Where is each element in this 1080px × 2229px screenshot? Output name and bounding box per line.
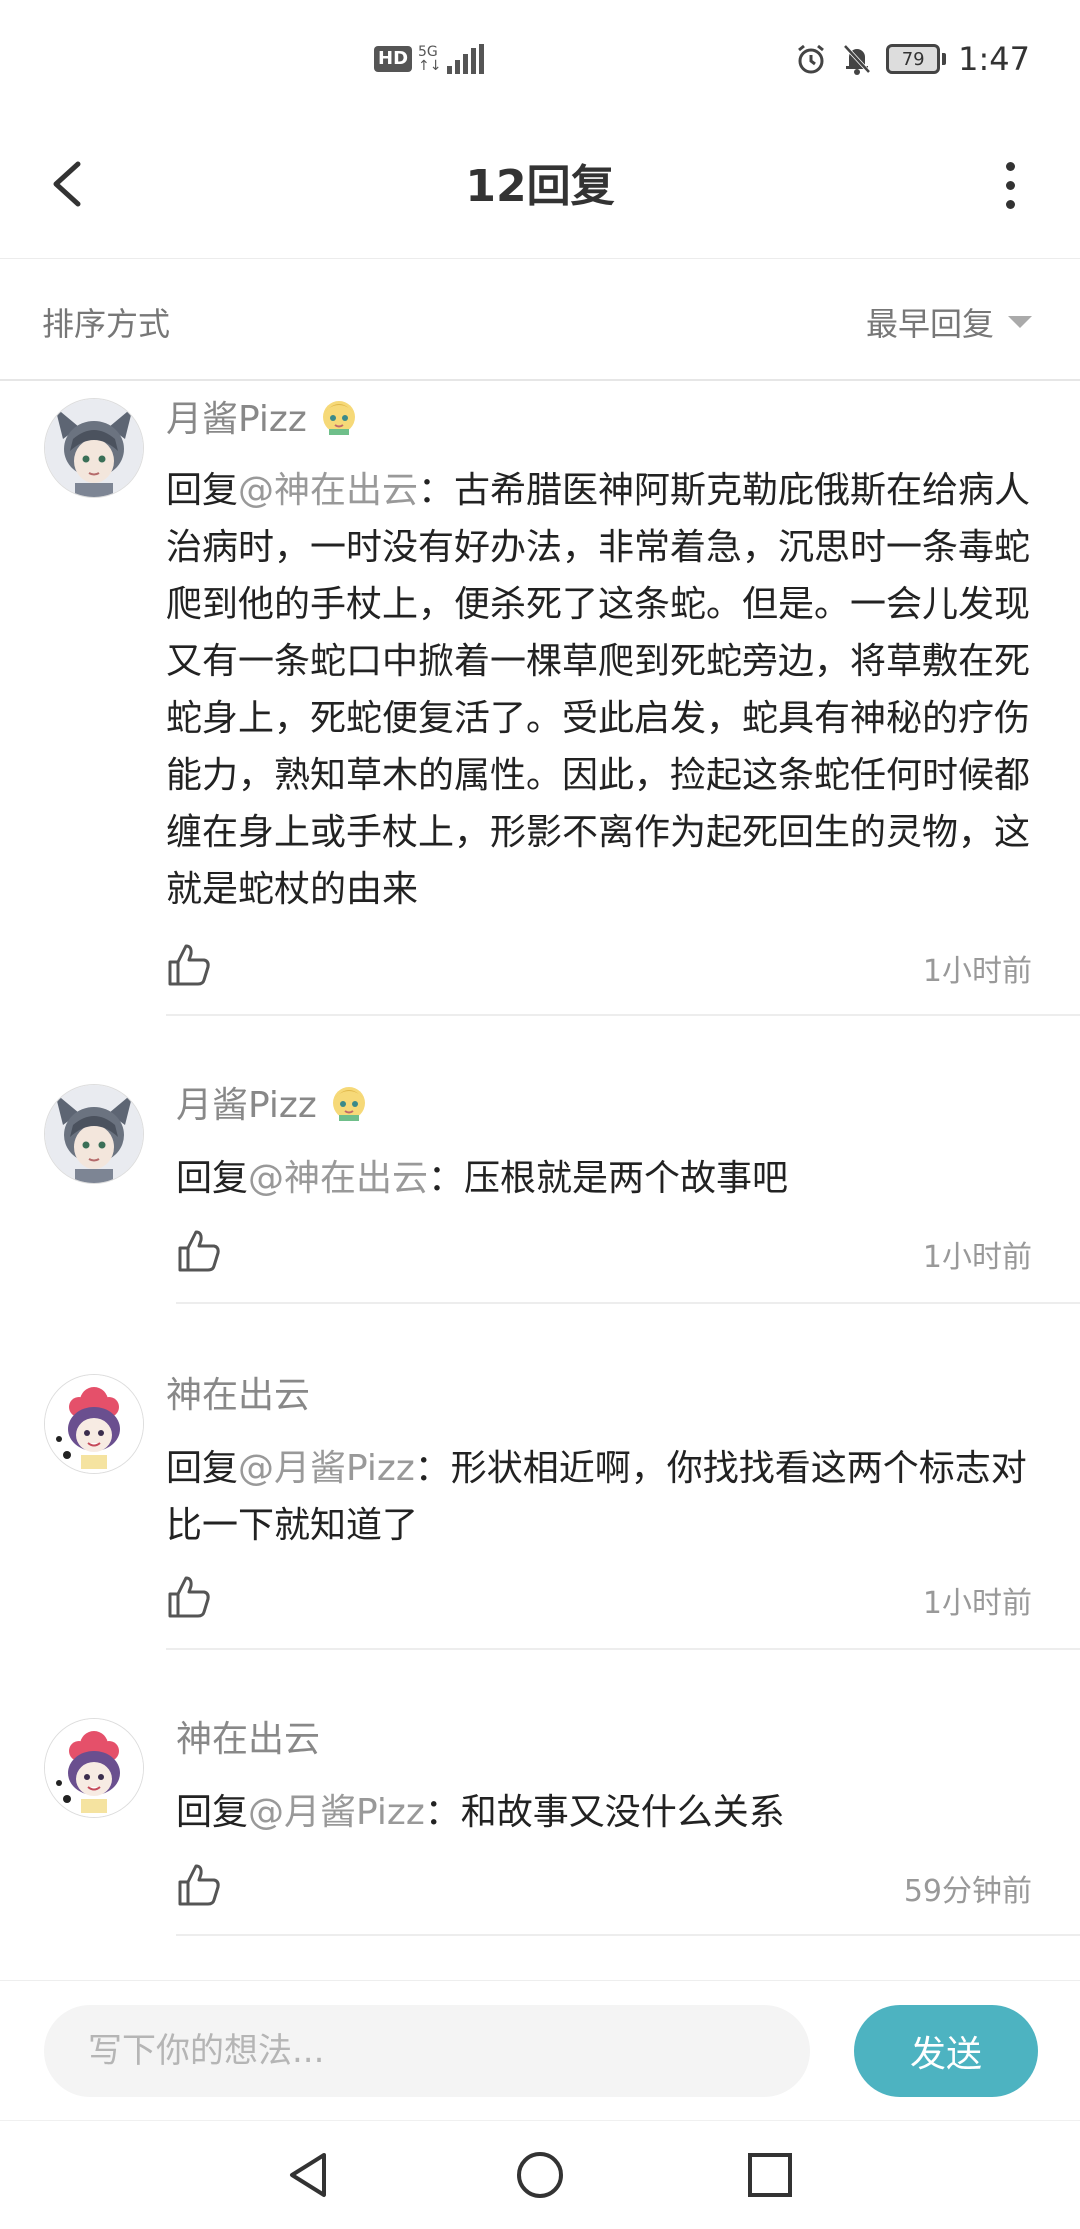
network-indicators: HD 5G ↑↓ (374, 44, 485, 74)
reply-bar: 发送 (0, 1980, 1080, 2121)
username[interactable]: 月酱Pizz (176, 1076, 369, 1128)
avatar[interactable] (44, 1084, 144, 1184)
status-right: 79 1:47 (794, 40, 1030, 78)
clock: 1:47 (958, 40, 1030, 78)
medal-badge-icon (332, 1087, 365, 1121)
thumbs-up-icon[interactable] (176, 1862, 222, 1908)
comment-text: 回复@月酱Pizz：形状相近啊，你找找看这两个标志对比一下就知道了 (166, 1448, 1027, 1546)
comment-item: 月酱Pizz 回复@神在出云：压根就是两个故事吧 1小时前 (0, 1066, 1080, 1316)
nav-home-icon[interactable] (512, 2147, 568, 2203)
comment-time: 1小时前 (922, 954, 1032, 989)
comment-text: 回复@月酱Pizz：和故事又没什么关系 (176, 1792, 785, 1833)
comment-item: 神在出云 回复@月酱Pizz：形状相近啊，你找找看这两个标志对比一下就知道了 1… (0, 1356, 1080, 1656)
divider (166, 1648, 1080, 1650)
nav-recents-icon[interactable] (742, 2147, 798, 2203)
mention-link[interactable]: @月酱Pizz (248, 1792, 425, 1833)
thumbs-up-icon[interactable] (176, 1228, 222, 1274)
medal-badge-icon (322, 401, 355, 435)
comment-time: 1小时前 (922, 1586, 1032, 1621)
sort-bar: 排序方式 最早回复 (0, 259, 1080, 381)
thumbs-up-icon[interactable] (166, 1574, 212, 1620)
more-options-icon[interactable] (980, 150, 1040, 220)
comment-item: 神在出云 回复@月酱Pizz：和故事又没什么关系 59分钟前 (0, 1700, 1080, 1950)
username[interactable]: 月酱Pizz (166, 390, 359, 442)
reply-input[interactable] (44, 2005, 810, 2097)
status-bar: HD 5G ↑↓ 79 1:47 (0, 0, 1080, 110)
battery-icon: 79 (886, 44, 947, 74)
mute-bell-icon (843, 44, 871, 75)
comment-time: 59分钟前 (903, 1874, 1032, 1909)
mention-link[interactable]: @神在出云 (238, 470, 418, 511)
avatar[interactable] (44, 1374, 144, 1474)
divider (166, 1014, 1080, 1016)
alarm-icon (798, 44, 825, 74)
signal-icon (447, 44, 485, 74)
comment-text: 回复@神在出云：古希腊医神阿斯克勒庇俄斯在给病人治病时，一时没有好办法，非常着急… (166, 470, 1031, 910)
mention-link[interactable]: @月酱Pizz (238, 1448, 415, 1489)
sort-label: 排序方式 (42, 305, 171, 343)
divider (176, 1302, 1080, 1304)
send-button[interactable]: 发送 (854, 2005, 1038, 2097)
sort-dropdown[interactable]: 最早回复 (866, 299, 1032, 345)
system-nav-bar (0, 2120, 1080, 2229)
hd-badge: HD (374, 46, 413, 72)
dropdown-triangle-icon (1008, 316, 1032, 328)
nav-back-icon[interactable] (282, 2147, 338, 2203)
network-type: 5G ↑↓ (418, 44, 442, 74)
sort-selected-value: 最早回复 (865, 305, 994, 343)
avatar[interactable] (44, 1718, 144, 1818)
avatar[interactable] (44, 398, 144, 498)
comment-time: 1小时前 (922, 1240, 1032, 1275)
header: 12回复 (0, 110, 1080, 259)
thumbs-up-icon[interactable] (166, 942, 212, 988)
username[interactable]: 神在出云 (166, 1366, 310, 1418)
comment-item: 月酱Pizz 回复@神在出云：古希腊医神阿斯克勒庇俄斯在给病人治病时，一时没有好… (0, 380, 1080, 1020)
mention-link[interactable]: @神在出云 (248, 1158, 428, 1199)
username[interactable]: 神在出云 (176, 1710, 320, 1762)
page-title: 12回复 (465, 161, 615, 212)
divider (176, 1934, 1080, 1936)
comment-text: 回复@神在出云：压根就是两个故事吧 (176, 1158, 789, 1199)
